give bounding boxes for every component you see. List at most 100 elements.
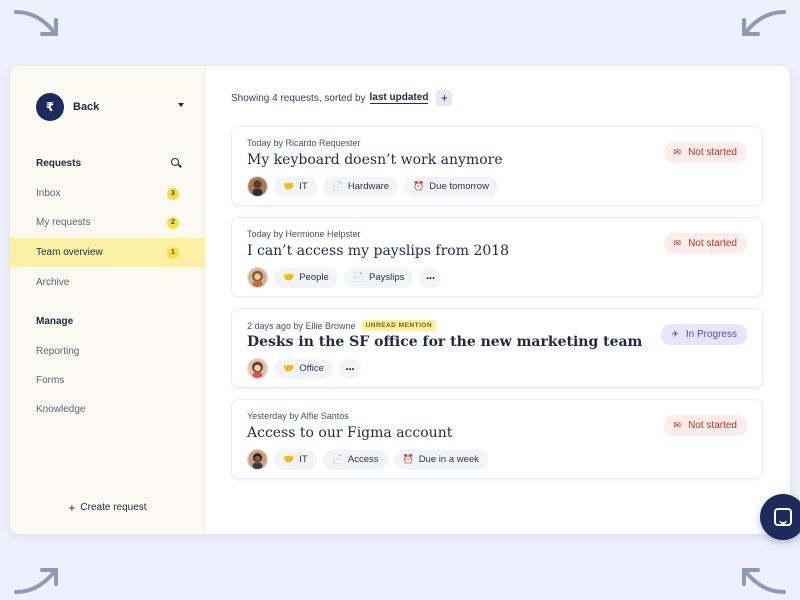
corner-arrow-icon [10,558,70,598]
tag-chip[interactable]: 🤝 IT [274,449,317,470]
status-badge[interactable]: ✉ Not started [663,142,747,163]
avatar [247,267,268,288]
add-sort-button[interactable]: + [436,90,453,106]
sidebar-item-team-overview[interactable]: Team overview 1 [10,238,205,267]
request-card[interactable]: Today by Hermione Helpster I can’t acces… [231,217,763,297]
sidebar-item-label: Reporting [36,346,80,357]
request-meta: Today by Ricardo Requester [247,138,361,148]
tag-chip[interactable]: 🤝 People [274,267,338,288]
handshake-icon: 🤝 [283,181,295,191]
tag-chip[interactable]: ⏰ Due tomorrow [404,176,498,197]
status-label: In Progress [685,329,737,340]
status-label: Not started [688,147,737,158]
request-meta-text: Yesterday by Alfie Santos [247,411,349,421]
plane-icon: ✈ [671,329,679,339]
sidebar-item-archive[interactable]: Archive [10,268,205,297]
document-icon: 📄 [331,454,343,464]
request-title[interactable]: I can’t access my payslips from 2018 [247,243,509,259]
request-meta-text: Today by Ricardo Requester [247,138,361,148]
avatar [247,449,268,470]
chat-icon [774,508,792,526]
request-title[interactable]: Access to our Figma account [247,425,452,441]
request-title[interactable]: My keyboard doesn’t work anymore [247,152,503,168]
tag-label: Due in a week [418,454,479,465]
request-meta-text: Today by Hermione Helpster [247,229,361,239]
tag-label: Payslips [369,272,405,283]
request-card[interactable]: Yesterday by Alfie Santos Access to our … [231,399,763,479]
request-meta-text: 2 days ago by Ellie Browne [247,320,356,331]
manage-heading: Manage [36,316,182,327]
count-badge: 2 [167,216,179,229]
corner-arrow-icon [10,4,70,44]
sort-link[interactable]: last updated [369,92,429,104]
tag-chip[interactable]: 🤝 IT [274,176,317,197]
tag-chip[interactable]: ⏰ Due in a week [393,449,488,470]
requests-heading-label: Requests [36,158,82,169]
sidebar-item-reporting[interactable]: Reporting [10,337,205,366]
sidebar: ₹ Back Requests Inbox 3 My requests 2 Te… [10,66,205,534]
sidebar-item-label: Archive [36,277,70,288]
tag-list: 🤝 IT 📄 Access ⏰ Due in a week [247,449,494,470]
sidebar-item-label: Inbox [36,188,61,199]
summary-text: Showing 4 requests, sorted by [231,92,366,104]
app-window: ₹ Back Requests Inbox 3 My requests 2 Te… [10,66,790,534]
tag-label: IT [299,454,308,465]
sidebar-item-label: Team overview [36,247,103,258]
manage-heading-label: Manage [36,316,74,327]
back-button[interactable]: ₹ Back [36,92,184,122]
sidebar-item-forms[interactable]: Forms [10,366,205,395]
tag-label: IT [299,181,308,192]
handshake-icon: 🤝 [283,454,295,464]
main-content: Showing 4 requests, sorted by last updat… [205,66,790,534]
back-label: Back [73,101,100,113]
status-badge[interactable]: ✈ In Progress [661,324,747,345]
corner-arrow-icon [730,558,790,598]
request-meta: 2 days ago by Ellie Browne UNREAD MENTIO… [247,320,437,331]
more-tags-button[interactable]: ··· [338,358,361,379]
avatar [247,358,268,379]
results-summary: Showing 4 requests, sorted by last updat… [231,90,453,106]
create-request-button[interactable]: + Create request [10,500,205,515]
sidebar-item-label: Forms [36,375,65,386]
unread-mention-badge: UNREAD MENTION [361,320,437,331]
tag-label: Access [347,454,379,465]
tag-chip[interactable]: 📄 Payslips [343,267,414,288]
status-label: Not started [688,420,737,431]
sidebar-item-label: Knowledge [36,404,86,415]
tag-label: Hardware [347,181,390,192]
requests-heading: Requests [36,158,182,169]
tag-label: Office [299,363,324,374]
logo: ₹ [36,93,64,121]
tag-chip[interactable]: 📄 Access [322,449,388,470]
tag-list: 🤝 IT 📄 Hardware ⏰ Due tomorrow [247,176,504,197]
tag-chip[interactable]: 📄 Hardware [322,176,399,197]
search-icon[interactable] [171,158,182,169]
plus-icon: + [68,500,76,515]
chat-launcher-button[interactable] [760,494,800,540]
status-badge[interactable]: ✉ Not started [663,415,747,436]
count-badge: 1 [167,246,179,259]
more-tags-button[interactable]: ··· [419,267,442,288]
request-card[interactable]: Today by Ricardo Requester My keyboard d… [231,126,763,206]
envelope-icon: ✉ [673,420,682,430]
status-badge[interactable]: ✉ Not started [663,233,747,254]
tag-label: Due tomorrow [429,181,489,192]
sidebar-item-inbox[interactable]: Inbox 3 [10,179,205,208]
sidebar-item-knowledge[interactable]: Knowledge [10,395,205,424]
alarm-clock-icon: ⏰ [413,181,425,191]
envelope-icon: ✉ [673,147,682,157]
tag-list: 🤝 Office ··· [247,358,361,379]
sidebar-item-my-requests[interactable]: My requests 2 [10,208,205,237]
document-icon: 📄 [352,272,365,282]
corner-arrow-icon [730,4,790,44]
envelope-icon: ✉ [673,238,682,248]
request-title[interactable]: Desks in the SF office for the new marke… [247,334,642,350]
avatar [247,176,268,197]
request-card[interactable]: 2 days ago by Ellie Browne UNREAD MENTIO… [231,308,763,388]
handshake-icon: 🤝 [283,363,295,373]
request-meta: Yesterday by Alfie Santos [247,411,349,421]
tag-chip[interactable]: 🤝 Office [274,358,333,379]
document-icon: 📄 [331,181,343,191]
chevron-down-icon[interactable] [178,103,184,107]
request-meta: Today by Hermione Helpster [247,229,361,239]
